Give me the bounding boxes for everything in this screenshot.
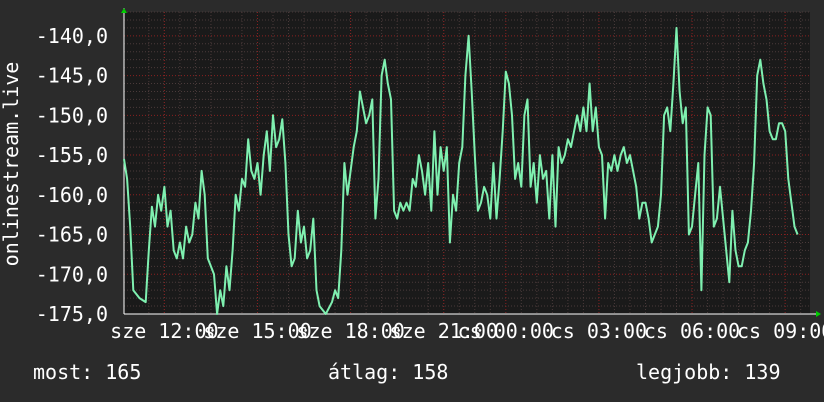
stats-bar: most: 165 átlag: 158 legjobb: 139 [0, 360, 824, 390]
chart: -140,0 -145,0 -150,0 -155,0 -160,0 -165,0 -170… [0, 8, 824, 343]
y-axis-label: onlinestream.live [0, 62, 23, 267]
x-tick-label: cs 00:00 [458, 319, 554, 343]
y-tick-labels: -140,0 -145,0 -150,0 -155,0 -160,0 -165,0 -170… [36, 24, 108, 326]
x-axis-arrow-icon [816, 311, 821, 317]
x-tick-label: sze 15:00 [203, 319, 311, 343]
x-tick-labels: sze 12:00sze 15:00sze 18:00sze 21:00cs 0… [110, 319, 824, 343]
stat-best: legjobb: 139 [636, 360, 781, 384]
x-tick-label: sze 12:00 [110, 319, 218, 343]
x-tick-label: cs 09:00 [737, 319, 824, 343]
y-axis-arrow-icon [121, 8, 127, 13]
x-tick-label: sze 18:00 [296, 319, 404, 343]
x-tick-label: cs 06:00 [644, 319, 740, 343]
y-tick-label: -150,0 [36, 103, 108, 127]
y-tick-label: -165,0 [36, 223, 108, 247]
y-tick-label: -140,0 [36, 24, 108, 48]
x-tick-label: cs 03:00 [551, 319, 647, 343]
stat-now: most: 165 [33, 360, 142, 384]
y-tick-label: -145,0 [36, 64, 108, 88]
y-tick-label: -155,0 [36, 143, 108, 167]
y-tick-label: -160,0 [36, 183, 108, 207]
y-tick-label: -175,0 [36, 302, 108, 326]
y-tick-label: -170,0 [36, 262, 108, 286]
stat-average: átlag: 158 [328, 360, 449, 384]
